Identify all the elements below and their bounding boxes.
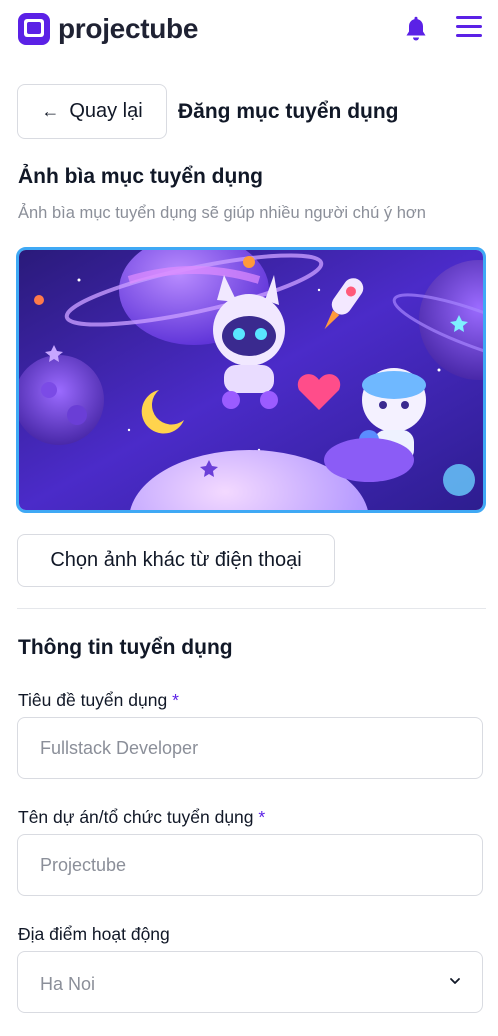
chevron-down-icon xyxy=(450,978,460,984)
location-select[interactable]: Ha Noi xyxy=(17,951,483,1013)
location-label: Địa điểm hoạt động xyxy=(18,924,170,944)
arrow-left-icon: ← xyxy=(41,101,60,121)
app-header: projectube xyxy=(0,0,498,60)
organization-label: Tên dự án/tổ chức tuyển dụng * xyxy=(18,807,266,827)
back-button[interactable]: ← Quay lại xyxy=(17,84,167,139)
brand-logo[interactable]: projectube xyxy=(18,13,198,45)
choose-other-photo-button[interactable]: Chọn ảnh khác từ điện thoại xyxy=(17,534,335,587)
cover-illustration xyxy=(19,250,483,510)
cover-section-title: Ảnh bìa mục tuyển dụng xyxy=(18,165,263,188)
required-mark: * xyxy=(258,807,266,827)
required-mark: * xyxy=(172,690,179,710)
bell-icon[interactable] xyxy=(403,16,429,44)
hamburger-menu-icon[interactable] xyxy=(456,16,484,40)
organization-input[interactable] xyxy=(17,834,483,896)
job-title-input[interactable] xyxy=(17,717,483,779)
page-title: Đăng mục tuyển dụng xyxy=(178,100,399,123)
projectube-logo-icon xyxy=(18,13,50,45)
job-title-label: Tiêu đề tuyển dụng * xyxy=(18,690,179,710)
cover-image[interactable] xyxy=(16,247,486,513)
cover-section-subtitle: Ảnh bìa mục tuyển dụng sẽ giúp nhiều ngư… xyxy=(18,204,426,222)
location-selected-value: Ha Noi xyxy=(40,974,96,994)
back-button-label: Quay lại xyxy=(69,100,143,122)
section-divider xyxy=(17,608,486,609)
form-section-title: Thông tin tuyển dụng xyxy=(18,636,233,659)
brand-name: projectube xyxy=(58,13,199,44)
